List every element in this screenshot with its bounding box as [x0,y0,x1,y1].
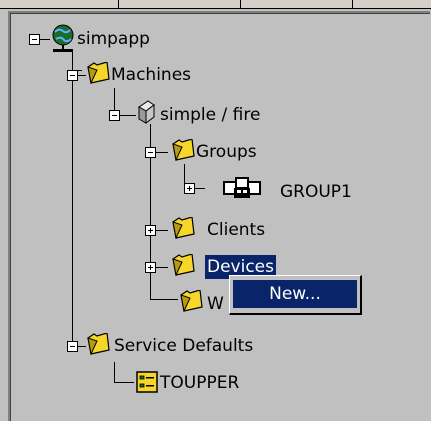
folder-icon [172,217,195,239]
collapse-toggle[interactable] [67,341,78,352]
tree-line [150,299,178,300]
column-header-strip [0,0,431,9]
folder-icon [87,333,110,355]
tree-line [72,50,73,346]
tree-line [156,267,168,268]
group-servers-icon [223,177,261,198]
tree-line [156,152,168,153]
tree-node-clients[interactable]: Clients [207,218,265,242]
folder-icon [87,62,110,84]
tree-line [195,188,205,189]
tree-node-simpapp[interactable]: simpapp [77,27,150,51]
tree-line [114,88,115,110]
tree-node-machines[interactable]: Machines [111,63,191,87]
node-label: TOUPPER [160,373,240,393]
tree-line [114,362,115,382]
column-separator [240,0,241,8]
node-label: Clients [207,220,266,240]
node-label: GROUP1 [280,182,352,202]
column-separator [352,0,353,8]
tree-node-groups[interactable]: Groups [196,140,257,164]
collapse-toggle[interactable] [67,70,78,81]
expand-toggle[interactable] [145,225,156,236]
collapse-toggle[interactable] [109,110,120,121]
column-separator [118,0,119,8]
tree-line [114,382,134,383]
service-icon [136,371,158,393]
folder-icon [172,139,195,161]
collapse-toggle[interactable] [145,147,156,158]
tree-line [40,39,50,40]
node-label: W [207,294,224,314]
globe-network-icon [52,24,74,52]
tree-line [156,230,168,231]
expand-toggle[interactable] [145,262,156,273]
context-menu: New... [229,275,362,315]
node-label: Groups [196,142,257,162]
collapse-toggle[interactable] [29,34,40,45]
menu-item-new[interactable]: New... [233,280,357,308]
tree-node-service-defaults[interactable]: Service Defaults [114,334,253,358]
expand-toggle[interactable] [184,183,195,194]
folder-icon [180,290,203,312]
node-label: simple / fire [160,105,261,125]
computer-icon [138,100,155,124]
tree-node-w[interactable]: W [207,292,224,316]
tree-node-group1[interactable]: GROUP1 [280,180,352,204]
tree-node-machine[interactable]: simple / fire [160,103,260,127]
node-label: simpapp [77,29,150,49]
folder-icon [172,254,195,276]
tree-line [120,115,136,116]
node-label: Service Defaults [114,336,254,356]
tree-node-toupper[interactable]: TOUPPER [160,371,239,395]
node-label: Machines [111,65,192,85]
